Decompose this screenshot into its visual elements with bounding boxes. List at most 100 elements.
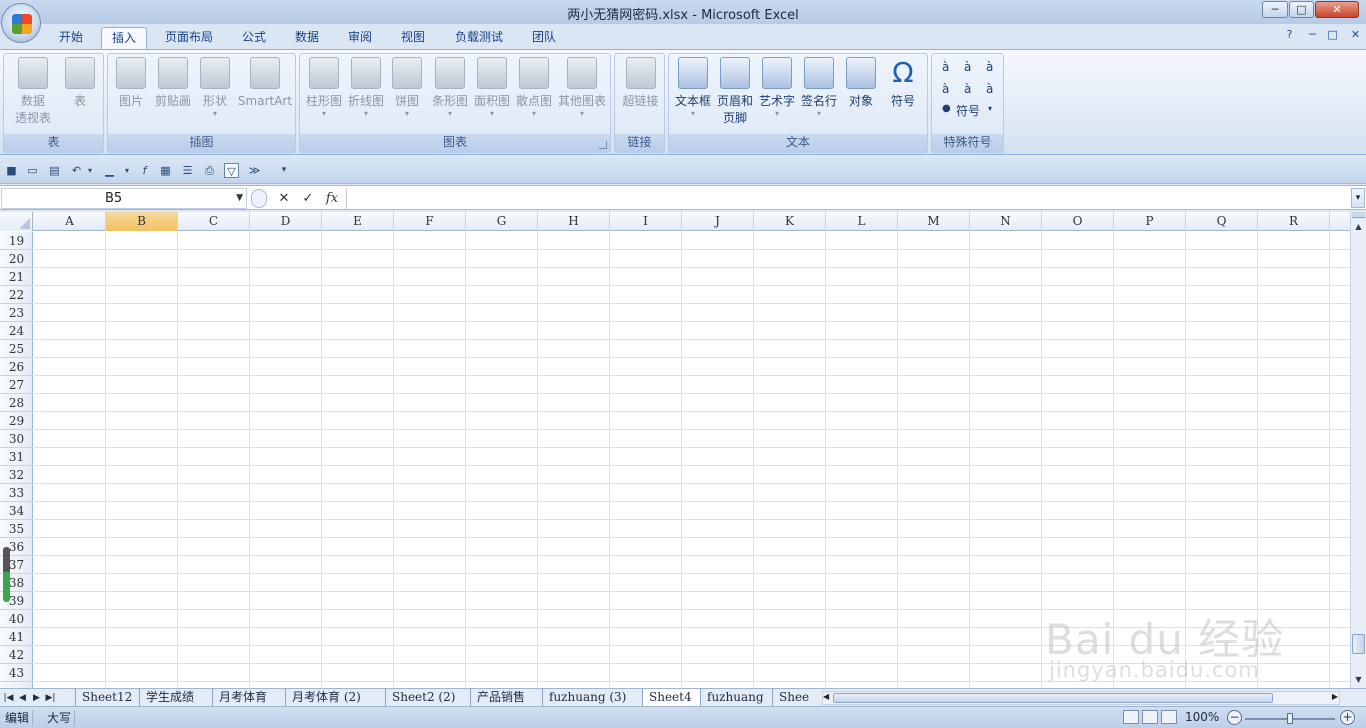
enter-entry-icon[interactable]: ✓ (298, 189, 318, 208)
row-header[interactable]: 22 (0, 286, 33, 304)
column-header[interactable]: G (466, 212, 538, 231)
textbox-button[interactable]: 文本框 ▾ (672, 57, 714, 118)
insert-function-button[interactable]: fx (322, 189, 342, 208)
row-header[interactable]: 43 (0, 664, 33, 682)
column-header[interactable]: D (250, 212, 322, 231)
column-header[interactable]: N (970, 212, 1042, 231)
row-header[interactable]: 19 (0, 232, 33, 250)
column-header[interactable]: C (178, 212, 250, 231)
column-header[interactable]: B (106, 212, 178, 231)
row-header[interactable]: 26 (0, 358, 33, 376)
special-char[interactable]: à (942, 60, 949, 74)
tab-load-test[interactable]: 负载测试 (448, 27, 510, 50)
special-char[interactable]: à (964, 82, 971, 96)
formula-input[interactable] (346, 188, 1350, 209)
row-header[interactable]: 20 (0, 250, 33, 268)
scroll-left-icon[interactable]: ◀ (823, 692, 829, 701)
sheet-tab[interactable]: fuzhuang (3) (542, 689, 642, 707)
sheet-tab-active[interactable]: Sheet4 (642, 689, 700, 707)
grid-icon[interactable]: ▦ (158, 163, 173, 178)
scroll-down-icon[interactable]: ▼ (1352, 673, 1365, 686)
cell-area[interactable] (34, 232, 1350, 688)
column-chart-button[interactable]: 柱形图 ▾ (303, 57, 345, 118)
row-header[interactable]: 41 (0, 628, 33, 646)
smartart-button[interactable]: SmartArt (236, 57, 294, 110)
special-char[interactable]: à (986, 60, 993, 74)
bar-chart-button[interactable]: 条形图 ▾ (429, 57, 471, 118)
sheet-tab[interactable]: 月考体育 (212, 689, 285, 707)
row-header[interactable]: 28 (0, 394, 33, 412)
tab-view[interactable]: 视图 (393, 27, 433, 50)
special-char[interactable]: à (986, 82, 993, 96)
sheet-tab[interactable]: 产品销售 (470, 689, 542, 707)
next-sheet-icon[interactable]: ▶ (30, 691, 43, 705)
zoom-slider-knob[interactable] (1287, 713, 1293, 724)
cancel-entry-icon[interactable]: ✕ (274, 189, 294, 208)
column-header[interactable]: E (322, 212, 394, 231)
special-symbol-dropdown-icon[interactable]: ▾ (988, 104, 992, 113)
prev-sheet-icon[interactable]: ◀ (16, 691, 29, 705)
picture-button[interactable]: 图片 (112, 57, 150, 110)
minimize-button[interactable]: ─ (1262, 1, 1288, 18)
save-icon[interactable]: ■ (4, 163, 19, 178)
row-header[interactable]: 31 (0, 448, 33, 466)
pivot-table-button[interactable]: 数据 透视表 (8, 57, 58, 127)
undo-dropdown-icon[interactable]: ▾ (85, 163, 95, 178)
signature-line-button[interactable]: 签名行 ▾ (798, 57, 840, 118)
pie-chart-button[interactable]: 饼图 ▾ (387, 57, 427, 118)
special-char[interactable]: à (964, 60, 971, 74)
row-header[interactable]: 29 (0, 412, 33, 430)
column-header[interactable]: A (34, 212, 106, 231)
office-button[interactable] (1, 3, 41, 43)
sheet-tab[interactable]: 月考体育 (2) (285, 689, 385, 707)
object-button[interactable]: 对象 (840, 57, 882, 110)
tab-review[interactable]: 审阅 (340, 27, 380, 50)
ribbon-minimize-icon[interactable]: ─ (1305, 28, 1320, 43)
column-header[interactable]: F (394, 212, 466, 231)
column-header[interactable]: O (1042, 212, 1114, 231)
expand-formula-bar-icon[interactable]: ▾ (1351, 188, 1365, 208)
column-header[interactable]: H (538, 212, 610, 231)
border-dropdown-icon[interactable]: ▾ (122, 163, 132, 178)
column-header[interactable]: K (754, 212, 826, 231)
shapes-button[interactable]: 形状 ▾ (196, 57, 234, 118)
border-icon[interactable]: ▁ (102, 163, 117, 178)
eraser-icon[interactable]: ≫ (247, 163, 262, 178)
sheet-tab[interactable]: Sheet12 (75, 689, 139, 707)
last-sheet-icon[interactable]: ▶| (44, 691, 57, 705)
special-char[interactable]: à (942, 82, 949, 96)
column-header[interactable]: Q (1186, 212, 1258, 231)
row-header[interactable]: 34 (0, 502, 33, 520)
close-button[interactable]: ✕ (1315, 1, 1359, 18)
column-header[interactable]: M (898, 212, 970, 231)
other-charts-button[interactable]: 其他图表 ▾ (555, 57, 609, 118)
charts-dialog-launcher[interactable] (599, 141, 607, 149)
scatter-chart-button[interactable]: 散点图 ▾ (513, 57, 555, 118)
ribbon-restore-icon[interactable]: □ (1325, 28, 1340, 43)
row-header[interactable]: 24 (0, 322, 33, 340)
help-icon[interactable]: ? (1282, 28, 1297, 43)
formula-bar-grip[interactable] (251, 189, 267, 208)
row-header[interactable]: 23 (0, 304, 33, 322)
page-layout-view-icon[interactable] (1142, 710, 1158, 724)
sheet-tab[interactable]: fuzhuang (700, 689, 772, 707)
maximize-button[interactable]: □ (1289, 1, 1314, 18)
row-header[interactable]: 33 (0, 484, 33, 502)
scroll-up-icon[interactable]: ▲ (1352, 220, 1365, 233)
symbol-button[interactable]: Ω 符号 (882, 57, 924, 110)
wordart-button[interactable]: 艺术字 ▾ (756, 57, 798, 118)
row-header[interactable]: 35 (0, 520, 33, 538)
special-symbol-button[interactable]: 符号 (956, 102, 980, 119)
scroll-right-icon[interactable]: ▶ (1332, 692, 1338, 701)
zoom-slider[interactable] (1245, 713, 1335, 724)
column-header[interactable]: J (682, 212, 754, 231)
undo-icon[interactable]: ↶ (69, 163, 84, 178)
customize-qat-icon[interactable]: ▾ (278, 163, 290, 178)
normal-view-icon[interactable] (1123, 710, 1139, 724)
hyperlink-button[interactable]: 超链接 (618, 57, 663, 110)
clipart-button[interactable]: 剪贴画 (152, 57, 194, 110)
column-header[interactable]: R (1258, 212, 1330, 231)
column-header[interactable]: P (1114, 212, 1186, 231)
tab-data[interactable]: 数据 (287, 27, 327, 50)
insert-function-icon[interactable]: f (137, 163, 152, 178)
